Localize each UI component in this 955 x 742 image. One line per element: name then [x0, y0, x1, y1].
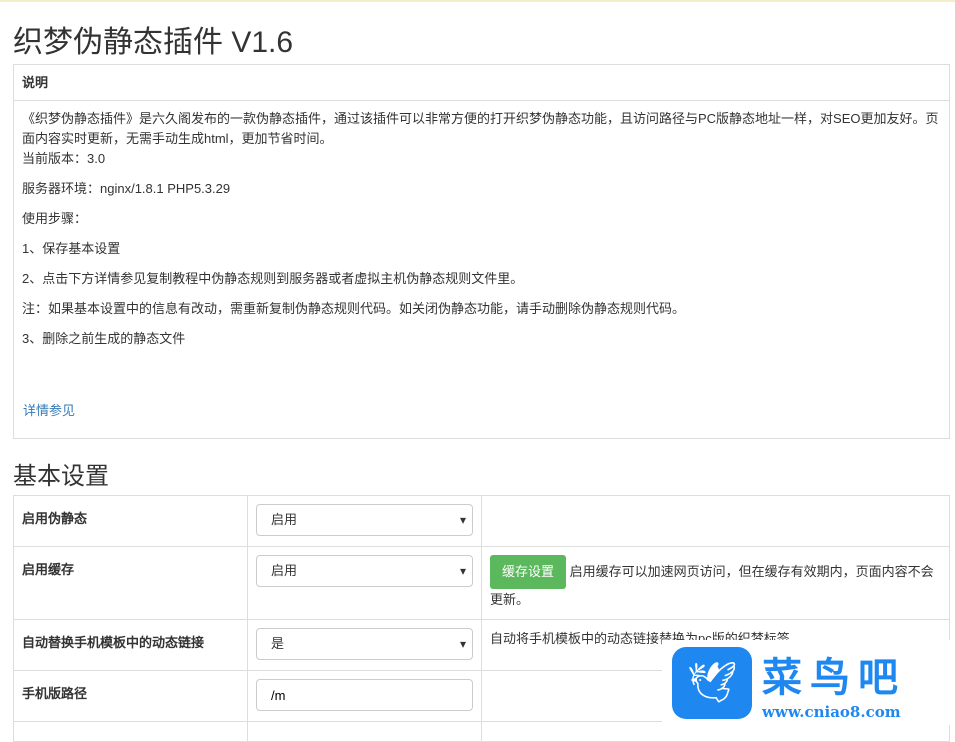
row-label: 启用缓存: [13, 546, 248, 620]
mobile-link-select[interactable]: 是: [256, 628, 473, 660]
step-2: 2、点击下方详情参见复制教程中伪静态规则到服务器或者虚拟主机伪静态规则文件里。: [22, 271, 524, 286]
mobile-path-input[interactable]: [256, 679, 473, 711]
panel-header: 说明: [14, 65, 949, 101]
intro-text: 《织梦伪静态插件》是六久阁发布的一款伪静态插件，通过该插件可以非常方便的打开织梦…: [22, 111, 939, 146]
table-row: 启用伪静态 启用: [13, 495, 950, 547]
cache-select[interactable]: 启用: [256, 555, 473, 587]
note-text: 注：如果基本设置中的信息有改动，需重新复制伪静态规则代码。如关闭伪静态功能，请手…: [22, 301, 686, 316]
description-panel: 说明 《织梦伪静态插件》是六久阁发布的一款伪静态插件，通过该插件可以非常方便的打…: [13, 64, 950, 439]
table-row: 启用缓存 启用 缓存设置 启用缓存可以加速网页访问，但在缓存有效期内，页面内容不…: [13, 546, 950, 620]
cache-settings-button[interactable]: 缓存设置: [490, 555, 567, 589]
row-label: 手机版路径: [13, 670, 248, 722]
version-text: 当前版本：3.0: [22, 151, 106, 166]
bird-icon: 🕊: [672, 646, 752, 719]
watermark-logo: 🕊 菜鸟吧 www.cniao8.com: [662, 640, 955, 725]
row-label: 自动替换手机模板中的动态链接: [13, 619, 248, 671]
env-text: 服务器环境：nginx/1.8.1 PHP5.3.29: [22, 181, 231, 196]
details-link[interactable]: 详情参见: [23, 401, 75, 421]
row-label: 启用伪静态: [13, 495, 248, 547]
step-1: 1、保存基本设置: [22, 241, 121, 256]
rewrite-select[interactable]: 启用: [256, 504, 473, 536]
page-title: 织梦伪静态插件 V1.6: [13, 26, 294, 59]
watermark-url: www.cniao8.com: [762, 702, 901, 721]
section-title: 基本设置: [13, 463, 109, 490]
steps-title: 使用步骤：: [22, 211, 88, 226]
top-border: [0, 0, 955, 2]
step-3: 3、删除之前生成的静态文件: [22, 331, 186, 346]
watermark-name: 菜鸟吧: [762, 653, 906, 701]
